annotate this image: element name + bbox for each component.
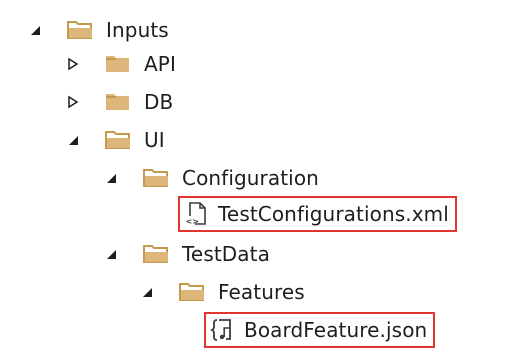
expanded-arrow-icon[interactable] — [104, 247, 118, 261]
tree-node-features[interactable]: Features — [140, 274, 305, 310]
expanded-arrow-icon[interactable] — [104, 171, 118, 185]
tree-node-inputs[interactable]: Inputs — [28, 12, 169, 48]
expanded-arrow-icon[interactable] — [66, 133, 80, 147]
tree-node-test-configurations-xml[interactable]: <> TestConfigurations.xml — [178, 196, 457, 232]
tree-node-configuration[interactable]: Configuration — [104, 160, 319, 196]
tree-node-api[interactable]: API — [66, 46, 176, 82]
tree-node-label: UI — [144, 128, 165, 152]
tree-node-ui[interactable]: UI — [66, 122, 165, 158]
tree-node-label: TestConfigurations.xml — [218, 202, 449, 226]
tree-node-db[interactable]: DB — [66, 84, 173, 120]
json-file-icon — [210, 317, 234, 343]
tree-node-label: API — [144, 52, 176, 76]
tree-node-label: Inputs — [106, 18, 169, 42]
tree-node-label: Features — [218, 280, 305, 304]
expanded-arrow-icon[interactable] — [140, 285, 154, 299]
solution-explorer-tree: Inputs API DB UI Configuration <> TestCo… — [0, 0, 509, 352]
folder-open-icon — [104, 129, 132, 151]
tree-node-label: TestData — [182, 242, 270, 266]
xml-file-icon: <> — [184, 201, 208, 227]
folder-open-icon — [142, 243, 170, 265]
folder-open-icon — [142, 167, 170, 189]
collapsed-arrow-icon[interactable] — [66, 95, 80, 109]
tree-node-label: BoardFeature.json — [244, 318, 428, 342]
tree-node-label: Configuration — [182, 166, 319, 190]
tree-node-board-feature-json[interactable]: BoardFeature.json — [204, 312, 436, 348]
folder-open-icon — [178, 281, 206, 303]
tree-node-testdata[interactable]: TestData — [104, 236, 270, 272]
folder-closed-icon — [104, 53, 132, 75]
tree-node-label: DB — [144, 90, 174, 114]
collapsed-arrow-icon[interactable] — [66, 57, 80, 71]
folder-closed-icon — [104, 91, 132, 113]
expanded-arrow-icon[interactable] — [28, 23, 42, 37]
svg-text:<>: <> — [186, 217, 199, 226]
folder-open-icon — [66, 19, 94, 41]
